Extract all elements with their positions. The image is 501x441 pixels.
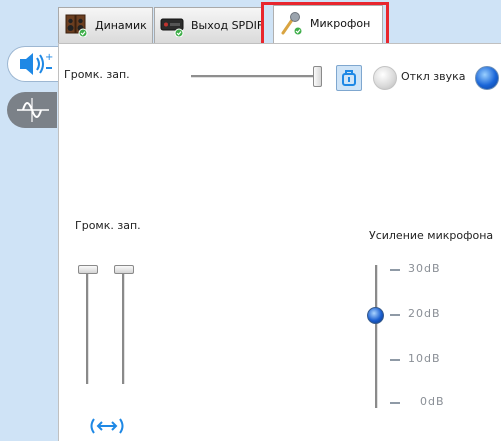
boost-tick	[390, 269, 400, 271]
boost-tick	[390, 359, 400, 361]
speaker-volume-icon: +	[20, 52, 53, 75]
speakers-icon	[65, 14, 88, 37]
right-channel-thumb[interactable]	[114, 265, 134, 274]
mute-label: Откл звука	[401, 70, 466, 83]
boost-track[interactable]	[375, 265, 378, 408]
boost-tick-label: 0dB	[420, 395, 445, 408]
left-channel-thumb[interactable]	[78, 265, 98, 274]
boost-tick	[390, 314, 400, 316]
right-channel-track[interactable]	[122, 268, 125, 384]
spdif-device-icon	[160, 18, 184, 37]
mute-button[interactable]	[373, 66, 397, 90]
boost-thumb[interactable]	[367, 307, 384, 324]
channel-lock-button[interactable]	[336, 65, 362, 91]
boost-tick	[390, 402, 400, 404]
tab-spdif[interactable]: Выход SPDIF	[154, 7, 264, 43]
left-channel-track[interactable]	[86, 268, 89, 384]
boost-tick-label: 30dB	[408, 262, 441, 275]
boost-tick-label: 20dB	[408, 307, 441, 320]
sine-wave-icon	[17, 98, 49, 122]
record-volume-label: Громк. зап.	[64, 68, 130, 81]
link-channels-icon[interactable]	[88, 415, 126, 437]
sidebar-item-volume[interactable]: +	[7, 46, 59, 82]
tab-speakers[interactable]: Динамик	[58, 7, 153, 43]
boost-tick-label: 10dB	[408, 352, 441, 365]
tab-spdif-label: Выход SPDIF	[191, 19, 264, 32]
channel-volume-label: Громк. зап.	[75, 219, 141, 232]
status-indicator[interactable]	[475, 66, 499, 90]
side-strip: +	[0, 0, 59, 441]
svg-text:+: +	[45, 52, 53, 63]
lock-channels-icon	[342, 70, 356, 86]
record-volume-track[interactable]	[191, 75, 321, 78]
tab-speakers-label: Динамик	[95, 19, 147, 32]
record-volume-thumb[interactable]	[313, 66, 322, 87]
sidebar-item-effects[interactable]	[7, 92, 57, 128]
boost-label: Усиление микрофона	[369, 229, 494, 242]
